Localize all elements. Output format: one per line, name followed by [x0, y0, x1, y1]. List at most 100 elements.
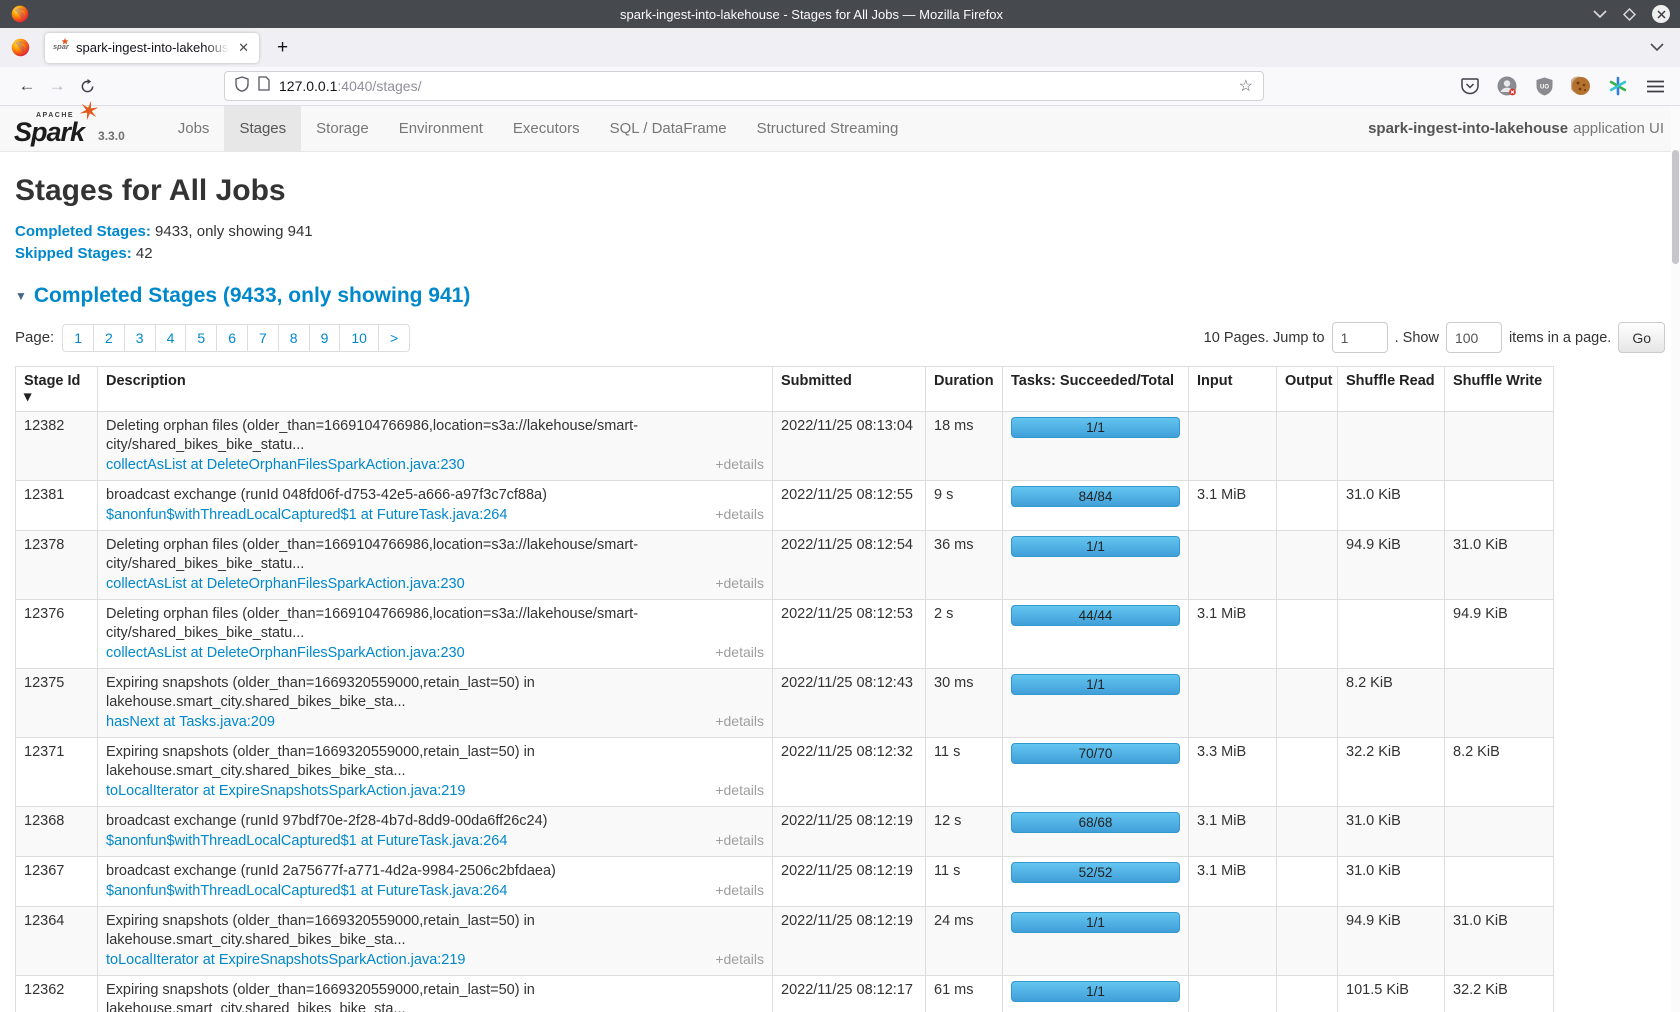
jump-to-page-input[interactable]	[1332, 322, 1388, 353]
column-header[interactable]: Output	[1277, 367, 1338, 412]
tracking-shield-icon[interactable]	[235, 76, 249, 97]
spark-nav-item[interactable]: SQL / DataFrame	[595, 106, 742, 151]
details-toggle[interactable]: +details	[715, 455, 764, 474]
details-toggle[interactable]: +details	[715, 881, 764, 900]
column-header[interactable]: Stage Id ▾	[16, 367, 98, 412]
column-header[interactable]: Submitted	[773, 367, 926, 412]
tasks-progress-bar: 1/1	[1011, 912, 1180, 933]
page-number-button[interactable]: 2	[93, 324, 125, 352]
page-info-icon[interactable]	[258, 76, 270, 96]
submitted-cell: 2022/11/25 08:12:19	[773, 907, 926, 976]
skipped-stages-stat: Skipped Stages: 42	[15, 244, 1665, 264]
stage-description: broadcast exchange (runId 97bdf70e-2f28-…	[106, 812, 764, 831]
maximize-icon[interactable]	[1623, 8, 1636, 21]
pocket-icon[interactable]	[1459, 75, 1481, 97]
stage-callsite-link[interactable]: collectAsList at DeleteOrphanFilesSparkA…	[106, 575, 465, 594]
tasks-cell: 1/1	[1003, 907, 1189, 976]
column-header[interactable]: Tasks: Succeeded/Total	[1003, 367, 1189, 412]
extension-asterisk-icon[interactable]	[1607, 75, 1629, 97]
bookmark-star-icon[interactable]: ☆	[1239, 76, 1253, 96]
input-cell	[1189, 531, 1277, 600]
spark-nav-item[interactable]: Jobs	[163, 106, 225, 151]
stage-callsite-link[interactable]: toLocalIterator at ExpireSnapshotsSparkA…	[106, 782, 466, 801]
minimize-icon[interactable]	[1593, 10, 1607, 19]
page-number-button[interactable]: >	[378, 324, 410, 352]
page-number-button[interactable]: 1	[62, 324, 94, 352]
details-toggle[interactable]: +details	[715, 831, 764, 850]
stage-callsite-link[interactable]: collectAsList at DeleteOrphanFilesSparkA…	[106, 644, 465, 663]
firefox-icon[interactable]	[10, 37, 31, 58]
stage-callsite-link[interactable]: $anonfun$withThreadLocalCaptured$1 at Fu…	[106, 506, 507, 525]
page-number-button[interactable]: 5	[185, 324, 217, 352]
close-tab-icon[interactable]: ✕	[236, 40, 251, 56]
spark-nav-item[interactable]: Executors	[498, 106, 595, 151]
tasks-progress-bar: 1/1	[1011, 536, 1180, 557]
column-header[interactable]: Shuffle Write	[1445, 367, 1554, 412]
page-number-button[interactable]: 7	[247, 324, 279, 352]
tasks-cell: 1/1	[1003, 976, 1189, 1012]
submitted-cell: 2022/11/25 08:12:43	[773, 669, 926, 738]
spark-nav-item[interactable]: Stages	[224, 106, 301, 151]
submitted-cell: 2022/11/25 08:12:17	[773, 976, 926, 1012]
page-scrollbar[interactable]	[1671, 106, 1680, 1012]
details-toggle[interactable]: +details	[715, 712, 764, 731]
details-toggle[interactable]: +details	[715, 574, 764, 593]
collapse-arrow-icon: ▼	[15, 289, 27, 303]
account-containers-icon[interactable]	[1496, 75, 1518, 97]
back-button[interactable]: ←	[12, 71, 42, 101]
shuffle-read-cell	[1338, 600, 1445, 669]
column-header[interactable]: Duration	[926, 367, 1003, 412]
list-tabs-chevron-icon[interactable]	[1650, 39, 1664, 57]
spark-nav-item[interactable]: Environment	[384, 106, 498, 151]
stage-callsite-link[interactable]: hasNext at Tasks.java:209	[106, 713, 275, 732]
stage-callsite-link[interactable]: $anonfun$withThreadLocalCaptured$1 at Fu…	[106, 832, 507, 851]
duration-cell: 36 ms	[926, 531, 1003, 600]
stage-description: Expiring snapshots (older_than=166932055…	[106, 674, 764, 712]
window-titlebar: spark-ingest-into-lakehouse - Stages for…	[0, 0, 1680, 28]
items-per-page-input[interactable]	[1446, 322, 1502, 353]
spark-nav-item[interactable]: Structured Streaming	[742, 106, 914, 151]
new-tab-button[interactable]: +	[271, 37, 294, 59]
page-number-button[interactable]: 8	[278, 324, 310, 352]
skipped-stages-label: Skipped Stages:	[15, 245, 132, 262]
stages-table: Stage Id ▾ Description Submitted Duratio…	[15, 366, 1554, 1012]
browser-tab[interactable]: spark spark-ingest-into-lakehous ✕	[45, 33, 259, 63]
stage-row: 12378 Deleting orphan files (older_than=…	[16, 531, 1554, 600]
page-number-button[interactable]: 4	[155, 324, 187, 352]
description-cell: Deleting orphan files (older_than=166910…	[98, 600, 773, 669]
input-cell: 3.1 MiB	[1189, 857, 1277, 907]
stage-row: 12367 broadcast exchange (runId 2a75677f…	[16, 857, 1554, 907]
page-number-button[interactable]: 10	[339, 324, 379, 352]
details-toggle[interactable]: +details	[715, 781, 764, 800]
ublock-shield-icon[interactable]: UO	[1533, 75, 1555, 97]
page-number-button[interactable]: 6	[216, 324, 248, 352]
stage-callsite-link[interactable]: toLocalIterator at ExpireSnapshotsSparkA…	[106, 951, 466, 970]
input-cell: 3.3 MiB	[1189, 738, 1277, 807]
forward-button[interactable]: →	[42, 71, 72, 101]
page-number-button[interactable]: 3	[124, 324, 156, 352]
details-toggle[interactable]: +details	[715, 950, 764, 969]
url-bar[interactable]: 127.0.0.1:4040/stages/ ☆	[224, 71, 1264, 101]
completed-stages-section-header[interactable]: ▼ Completed Stages (9433, only showing 9…	[15, 284, 1665, 308]
details-toggle[interactable]: +details	[715, 643, 764, 662]
stage-description: broadcast exchange (runId 2a75677f-a771-…	[106, 862, 764, 881]
scrollbar-thumb[interactable]	[1672, 150, 1679, 264]
tasks-progress-bar: 70/70	[1011, 743, 1180, 764]
column-header[interactable]: Description	[98, 367, 773, 412]
column-header[interactable]: Input	[1189, 367, 1277, 412]
stage-callsite-link[interactable]: $anonfun$withThreadLocalCaptured$1 at Fu…	[106, 882, 507, 901]
cookie-icon[interactable]	[1570, 75, 1592, 97]
stage-callsite-link[interactable]: collectAsList at DeleteOrphanFilesSparkA…	[106, 456, 465, 475]
spark-nav-item[interactable]: Storage	[301, 106, 384, 151]
page-number-button[interactable]: 9	[309, 324, 341, 352]
url-text[interactable]: 127.0.0.1:4040/stages/	[279, 78, 1230, 94]
page-button-group: 1 2 3 4 5 6 7 8 9 10 >	[62, 324, 410, 352]
input-cell	[1189, 412, 1277, 481]
details-toggle[interactable]: +details	[715, 505, 764, 524]
column-header[interactable]: Shuffle Read	[1338, 367, 1445, 412]
spark-logo[interactable]: APACHE Spark ✶ 3.3.0	[14, 106, 135, 151]
tasks-cell: 1/1	[1003, 531, 1189, 600]
close-window-icon[interactable]	[1652, 5, 1670, 23]
menu-hamburger-icon[interactable]	[1644, 75, 1666, 97]
go-button[interactable]: Go	[1618, 322, 1665, 353]
